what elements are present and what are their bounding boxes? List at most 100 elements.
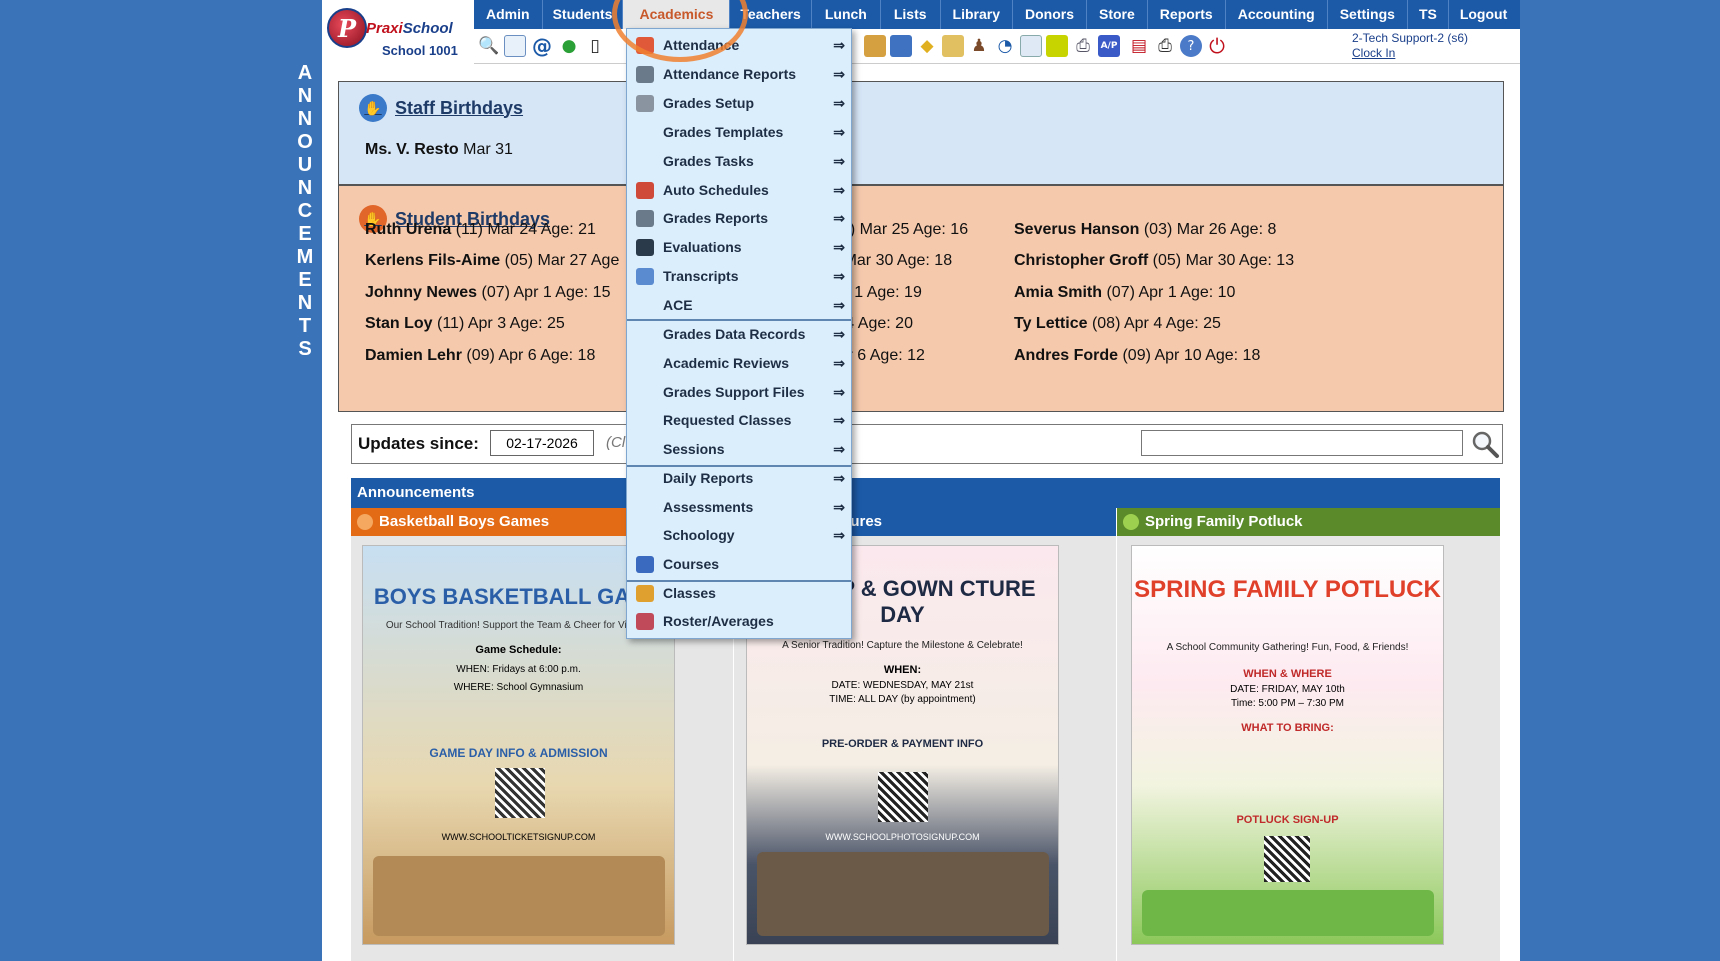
menu-item-grades-setup[interactable]: Grades Setup ⇒ (627, 89, 851, 117)
nav-admin[interactable]: Admin (474, 0, 543, 29)
vertical-letter: N (297, 108, 313, 130)
vertical-letter: N (297, 177, 313, 199)
user-name: 2-Tech Support-2 (s6) (1352, 31, 1469, 45)
nav-students[interactable]: Students (543, 0, 624, 29)
power-icon[interactable]: ⏻ (1206, 34, 1228, 58)
menu-item-classes[interactable]: Classes (627, 579, 851, 607)
student-info: (03) Mar 26 Age: 8 (1143, 221, 1277, 238)
nav-reports[interactable]: Reports (1148, 0, 1226, 29)
staff-birthdays-title[interactable]: ✋ Staff Birthdays (359, 94, 523, 122)
submenu-arrow-icon: ⇒ (833, 527, 845, 543)
poster-line: DATE: WEDNESDAY, MAY 21st (831, 680, 974, 691)
updates-hint: (Cl (606, 434, 626, 451)
menu-item-grades-data-records[interactable]: Grades Data Records ⇒ (627, 320, 851, 348)
updates-date-field[interactable]: 02-17-2026 (490, 430, 594, 456)
qr-code (1264, 836, 1310, 882)
student-name: Johnny Newes (365, 284, 478, 301)
announcement-title[interactable]: Spring Family Potluck (1117, 508, 1500, 536)
menu-item-ace[interactable]: ACE ⇒ (627, 291, 851, 319)
help-icon[interactable]: ? (1180, 35, 1202, 57)
menu-item-academic-reviews[interactable]: Academic Reviews ⇒ (627, 349, 851, 377)
menu-item-label: Schoology (663, 527, 735, 543)
student-birthdays-panel: ✋ Student Birthdays Ruth Urena (11) Mar … (338, 185, 1504, 412)
menu-item-schoology[interactable]: Schoology ⇒ (627, 521, 851, 549)
staff-birthdays-panel: ✋ Staff Birthdays Ms. V. Resto Mar 31 (338, 81, 1504, 185)
calendar-icon[interactable] (504, 35, 526, 57)
players-illustration (373, 856, 665, 936)
nav-library[interactable]: Library (941, 0, 1013, 29)
poster-line: WHERE: School Gymnasium (453, 682, 584, 693)
poster-line: WHAT TO BRING: (1241, 722, 1334, 734)
submenu-arrow-icon: ⇒ (833, 412, 845, 428)
search-icon[interactable]: 🔍 (478, 35, 500, 57)
export-icon[interactable] (942, 35, 964, 57)
ticket-icon[interactable] (1046, 35, 1068, 57)
menu-item-grades-templates[interactable]: Grades Templates ⇒ (627, 118, 851, 146)
student-birthday-entry: Damien Lehr (09) Apr 6 Age: 18 (365, 347, 595, 365)
announcement-title-text: Basketball Boys Games (379, 513, 550, 530)
email-icon[interactable]: @ (531, 34, 553, 58)
submenu-arrow-icon: ⇒ (833, 210, 845, 226)
nav-lists[interactable]: Lists (881, 0, 941, 29)
nav-logout[interactable]: Logout (1449, 0, 1518, 29)
menu-item-grades-support-files[interactable]: Grades Support Files ⇒ (627, 378, 851, 406)
menu-item-courses[interactable]: Courses (627, 550, 851, 578)
menu-item-attendance[interactable]: Attendance ⇒ (627, 31, 851, 59)
top-nav: Admin Students Academics Teachers Lunch … (474, 0, 1520, 29)
menu-item-attendance-reports[interactable]: Attendance Reports ⇒ (627, 60, 851, 88)
nav-settings[interactable]: Settings (1328, 0, 1408, 29)
menu-item-sessions[interactable]: Sessions ⇒ (627, 435, 851, 463)
nav-academics[interactable]: Academics (623, 0, 731, 29)
search-icon[interactable] (1470, 429, 1500, 459)
checkbox-icon (636, 239, 654, 256)
nav-lunch[interactable]: Lunch (812, 0, 881, 29)
search-input[interactable] (1141, 430, 1463, 456)
menu-item-label: ACE (663, 297, 693, 313)
logo[interactable]: P PraxiSchool School 1001 (322, 0, 474, 64)
vertical-letter: M (296, 246, 314, 268)
menu-item-label: Daily Reports (663, 470, 754, 486)
book-icon[interactable] (890, 35, 912, 57)
student-birthday-entry: Amia Smith (07) Apr 1 Age: 10 (1014, 284, 1235, 302)
nav-ts[interactable]: TS (1408, 0, 1449, 29)
tag-icon[interactable]: ◆ (916, 35, 938, 57)
menu-item-transcripts[interactable]: Transcripts ⇒ (627, 262, 851, 290)
nav-teachers[interactable]: Teachers (730, 0, 812, 29)
student-info: (11) Apr 3 Age: 25 (437, 315, 565, 332)
ap-icon[interactable]: A/P (1098, 35, 1120, 57)
student-name: Severus Hanson (1014, 221, 1140, 238)
clock-icon[interactable]: ◔ (994, 35, 1016, 57)
clock-in-link[interactable]: Clock In (1352, 46, 1468, 61)
student-birthday-entry: Stan Loy (11) Apr 3 Age: 25 (365, 315, 565, 333)
menu-item-auto-schedules[interactable]: Auto Schedules ⇒ (627, 176, 851, 204)
submenu-arrow-icon: ⇒ (833, 470, 845, 486)
menu-item-label: Academic Reviews (663, 355, 790, 371)
spreadsheet-icon[interactable] (1020, 35, 1042, 57)
pdf-icon[interactable]: ▤ (1128, 35, 1150, 57)
nav-accounting[interactable]: Accounting (1226, 0, 1328, 29)
menu-item-grades-tasks[interactable]: Grades Tasks ⇒ (627, 147, 851, 175)
nav-store[interactable]: Store (1087, 0, 1148, 29)
printer-icon[interactable]: ⎙ (1072, 35, 1094, 57)
menu-item-assessments[interactable]: Assessments ⇒ (627, 493, 851, 521)
menu-item-requested-classes[interactable]: Requested Classes ⇒ (627, 406, 851, 434)
student-birthday-entry: Kerlens Fils-Aime (05) Mar 27 Age (365, 252, 619, 270)
people-icon[interactable]: ♟ (968, 35, 990, 57)
qr-code (878, 772, 928, 822)
phone-icon[interactable]: ▯ (584, 35, 606, 57)
menu-item-daily-reports[interactable]: Daily Reports ⇒ (627, 464, 851, 492)
chat-icon[interactable]: ● (558, 35, 580, 57)
vertical-letter: N (297, 85, 313, 107)
menu-item-evaluations[interactable]: Evaluations ⇒ (627, 233, 851, 261)
potluck-poster[interactable]: SPRING FAMILY POTLUCK A School Community… (1131, 545, 1444, 945)
nav-donors[interactable]: Donors (1013, 0, 1087, 29)
student-info: (07) Apr 1 Age: 10 (1106, 284, 1236, 301)
menu-item-label: Courses (663, 556, 720, 572)
menu-item-grades-reports[interactable]: Grades Reports ⇒ (627, 204, 851, 232)
menu-item-roster-averages[interactable]: Roster/Averages (627, 607, 851, 635)
food-icon[interactable] (864, 35, 886, 57)
user-info: 2-Tech Support-2 (s6) Clock In (1352, 31, 1468, 61)
updates-bar: Updates since: 02-17-2026 (Cl (351, 424, 1503, 464)
fax-icon[interactable]: ⎙ (1154, 35, 1176, 57)
student-birthday-entry: Ty Lettice (08) Apr 4 Age: 25 (1014, 315, 1221, 333)
